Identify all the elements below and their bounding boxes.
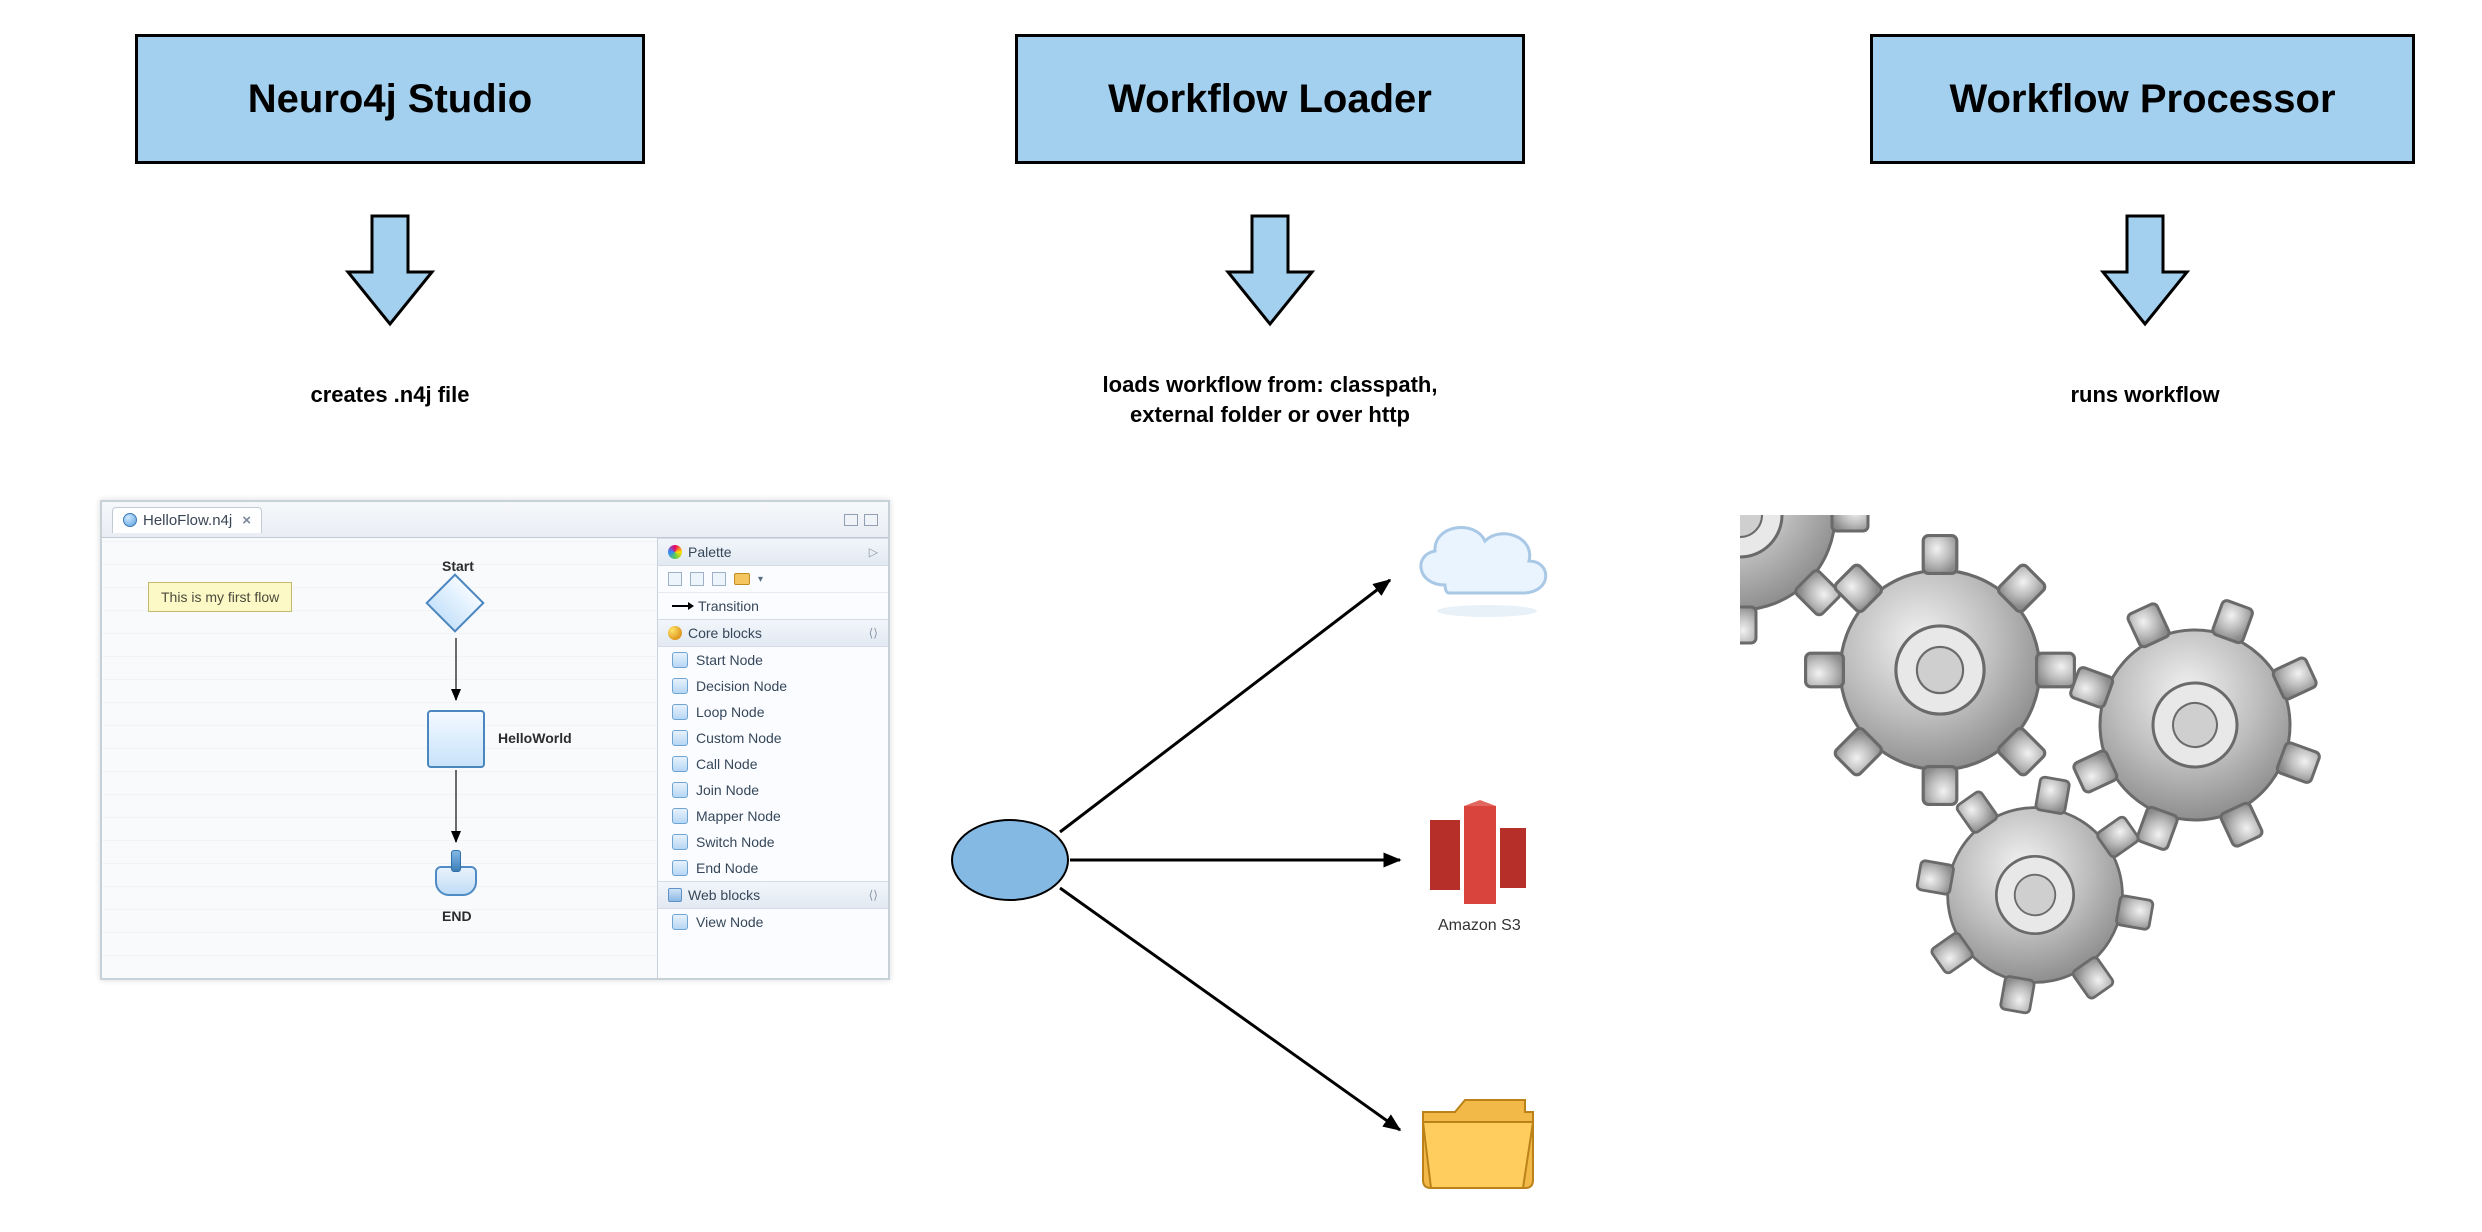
- box-loader-title: Workflow Loader: [1108, 77, 1432, 122]
- palette-section-core-label: Core blocks: [688, 625, 762, 641]
- palette-item-label: Call Node: [696, 756, 757, 772]
- palette-item-label: Join Node: [696, 782, 759, 798]
- folder-icon: [1423, 1100, 1533, 1188]
- arrow-to-cloud: [1060, 580, 1390, 832]
- loop-node-icon: [672, 704, 688, 720]
- box-loader: Workflow Loader: [1015, 34, 1525, 164]
- custom-node-icon: [672, 730, 688, 746]
- call-node-icon: [672, 756, 688, 772]
- box-processor-title: Workflow Processor: [1949, 77, 2335, 122]
- chevron-collapse-icon: ⟨⟩: [869, 626, 878, 640]
- arrow-to-folder: [1060, 888, 1400, 1130]
- palette-item-label: Switch Node: [696, 834, 775, 850]
- palette-item-start-node[interactable]: Start Node: [658, 647, 888, 673]
- palette-toolrow: ▾: [658, 566, 888, 593]
- sticky-note-text: This is my first flow: [161, 589, 279, 605]
- palette-transition[interactable]: Transition: [658, 593, 888, 619]
- box-processor: Workflow Processor: [1870, 34, 2415, 164]
- palette-item-join-node[interactable]: Join Node: [658, 777, 888, 803]
- studio-tabbar: HelloFlow.n4j ×: [102, 502, 888, 538]
- web-blocks-icon: [668, 888, 682, 902]
- sticky-note[interactable]: This is my first flow: [148, 582, 292, 612]
- s3-icon: [1430, 800, 1526, 904]
- dropdown-icon[interactable]: ▾: [758, 574, 763, 585]
- palette-item-custom-node[interactable]: Custom Node: [658, 725, 888, 751]
- connector-start-hello: [451, 638, 461, 708]
- zoom-in-icon[interactable]: [690, 572, 704, 586]
- arrow-down-studio: [340, 210, 440, 330]
- palette-item-label: Decision Node: [696, 678, 787, 694]
- start-node-icon: [672, 652, 688, 668]
- maximize-icon[interactable]: [864, 514, 878, 526]
- studio-editor-panel: HelloFlow.n4j × This is my first flow St…: [100, 500, 890, 980]
- palette-item-mapper-node[interactable]: Mapper Node: [658, 803, 888, 829]
- palette-header-label: Palette: [688, 544, 732, 560]
- start-node[interactable]: [425, 573, 484, 632]
- palette-item-view-node[interactable]: View Node: [658, 909, 888, 935]
- palette-transition-label: Transition: [698, 598, 759, 614]
- minimize-icon[interactable]: [844, 514, 858, 526]
- flow-label-end: END: [442, 908, 472, 924]
- mapper-node-icon: [672, 808, 688, 824]
- palette-section-web-label: Web blocks: [688, 887, 760, 903]
- caption-studio: creates .n4j file: [280, 380, 500, 410]
- pointer-tool-icon[interactable]: [668, 572, 682, 586]
- palette-icon: [668, 545, 682, 559]
- chevron-collapse-icon: ⟨⟩: [869, 888, 878, 902]
- palette-item-label: Mapper Node: [696, 808, 781, 824]
- join-node-icon: [672, 782, 688, 798]
- switch-node-icon: [672, 834, 688, 850]
- loader-diagram: Amazon S3: [930, 490, 1630, 1210]
- loader-hub: [952, 820, 1068, 900]
- palette-item-end-node[interactable]: End Node: [658, 855, 888, 881]
- palette-header[interactable]: Palette ▷: [658, 538, 888, 566]
- palette-item-label: View Node: [696, 914, 763, 930]
- palette-item-label: Custom Node: [696, 730, 782, 746]
- palette-item-switch-node[interactable]: Switch Node: [658, 829, 888, 855]
- gears-icon: [1740, 515, 2380, 1035]
- palette-item-label: Start Node: [696, 652, 763, 668]
- hello-node[interactable]: [427, 710, 485, 768]
- globe-icon: [123, 513, 137, 527]
- cloud-icon: [1421, 528, 1546, 617]
- end-node-icon: [672, 860, 688, 876]
- box-studio: Neuro4j Studio: [135, 34, 645, 164]
- close-icon[interactable]: ×: [242, 512, 251, 529]
- caption-processor: runs workflow: [2035, 380, 2255, 410]
- s3-label: Amazon S3: [1438, 917, 1521, 934]
- arrow-down-loader: [1220, 210, 1320, 330]
- palette-item-label: End Node: [696, 860, 758, 876]
- caption-loader-line1: loads workflow from: classpath,: [1103, 372, 1438, 397]
- arrow-down-processor: [2095, 210, 2195, 330]
- core-blocks-icon: [668, 626, 682, 640]
- caption-loader-line2: external folder or over http: [1130, 402, 1410, 427]
- studio-tab-helloflow[interactable]: HelloFlow.n4j ×: [112, 507, 262, 533]
- chevron-right-icon: ▷: [869, 545, 878, 559]
- connector-hello-end: [451, 770, 461, 850]
- caption-loader: loads workflow from: classpath, external…: [1030, 370, 1510, 429]
- palette-item-call-node[interactable]: Call Node: [658, 751, 888, 777]
- studio-tab-label: HelloFlow.n4j: [143, 512, 232, 529]
- box-studio-title: Neuro4j Studio: [248, 77, 532, 122]
- zoom-out-icon[interactable]: [712, 572, 726, 586]
- palette-item-loop-node[interactable]: Loop Node: [658, 699, 888, 725]
- palette-item-label: Loop Node: [696, 704, 765, 720]
- flow-label-hello: HelloWorld: [498, 730, 572, 746]
- transition-icon: [672, 605, 690, 607]
- view-node-icon: [672, 914, 688, 930]
- palette-section-core[interactable]: Core blocks ⟨⟩: [658, 619, 888, 647]
- decision-node-icon: [672, 678, 688, 694]
- flow-label-start: Start: [442, 558, 474, 574]
- end-node[interactable]: [435, 866, 477, 896]
- palette-section-web[interactable]: Web blocks ⟨⟩: [658, 881, 888, 909]
- folder-icon[interactable]: [734, 573, 750, 585]
- studio-body: This is my first flow Start HelloWorld E…: [102, 538, 888, 978]
- palette-item-decision-node[interactable]: Decision Node: [658, 673, 888, 699]
- palette-panel: Palette ▷ ▾ Transition Core blocks: [658, 538, 888, 978]
- canvas-area[interactable]: This is my first flow Start HelloWorld E…: [102, 538, 658, 978]
